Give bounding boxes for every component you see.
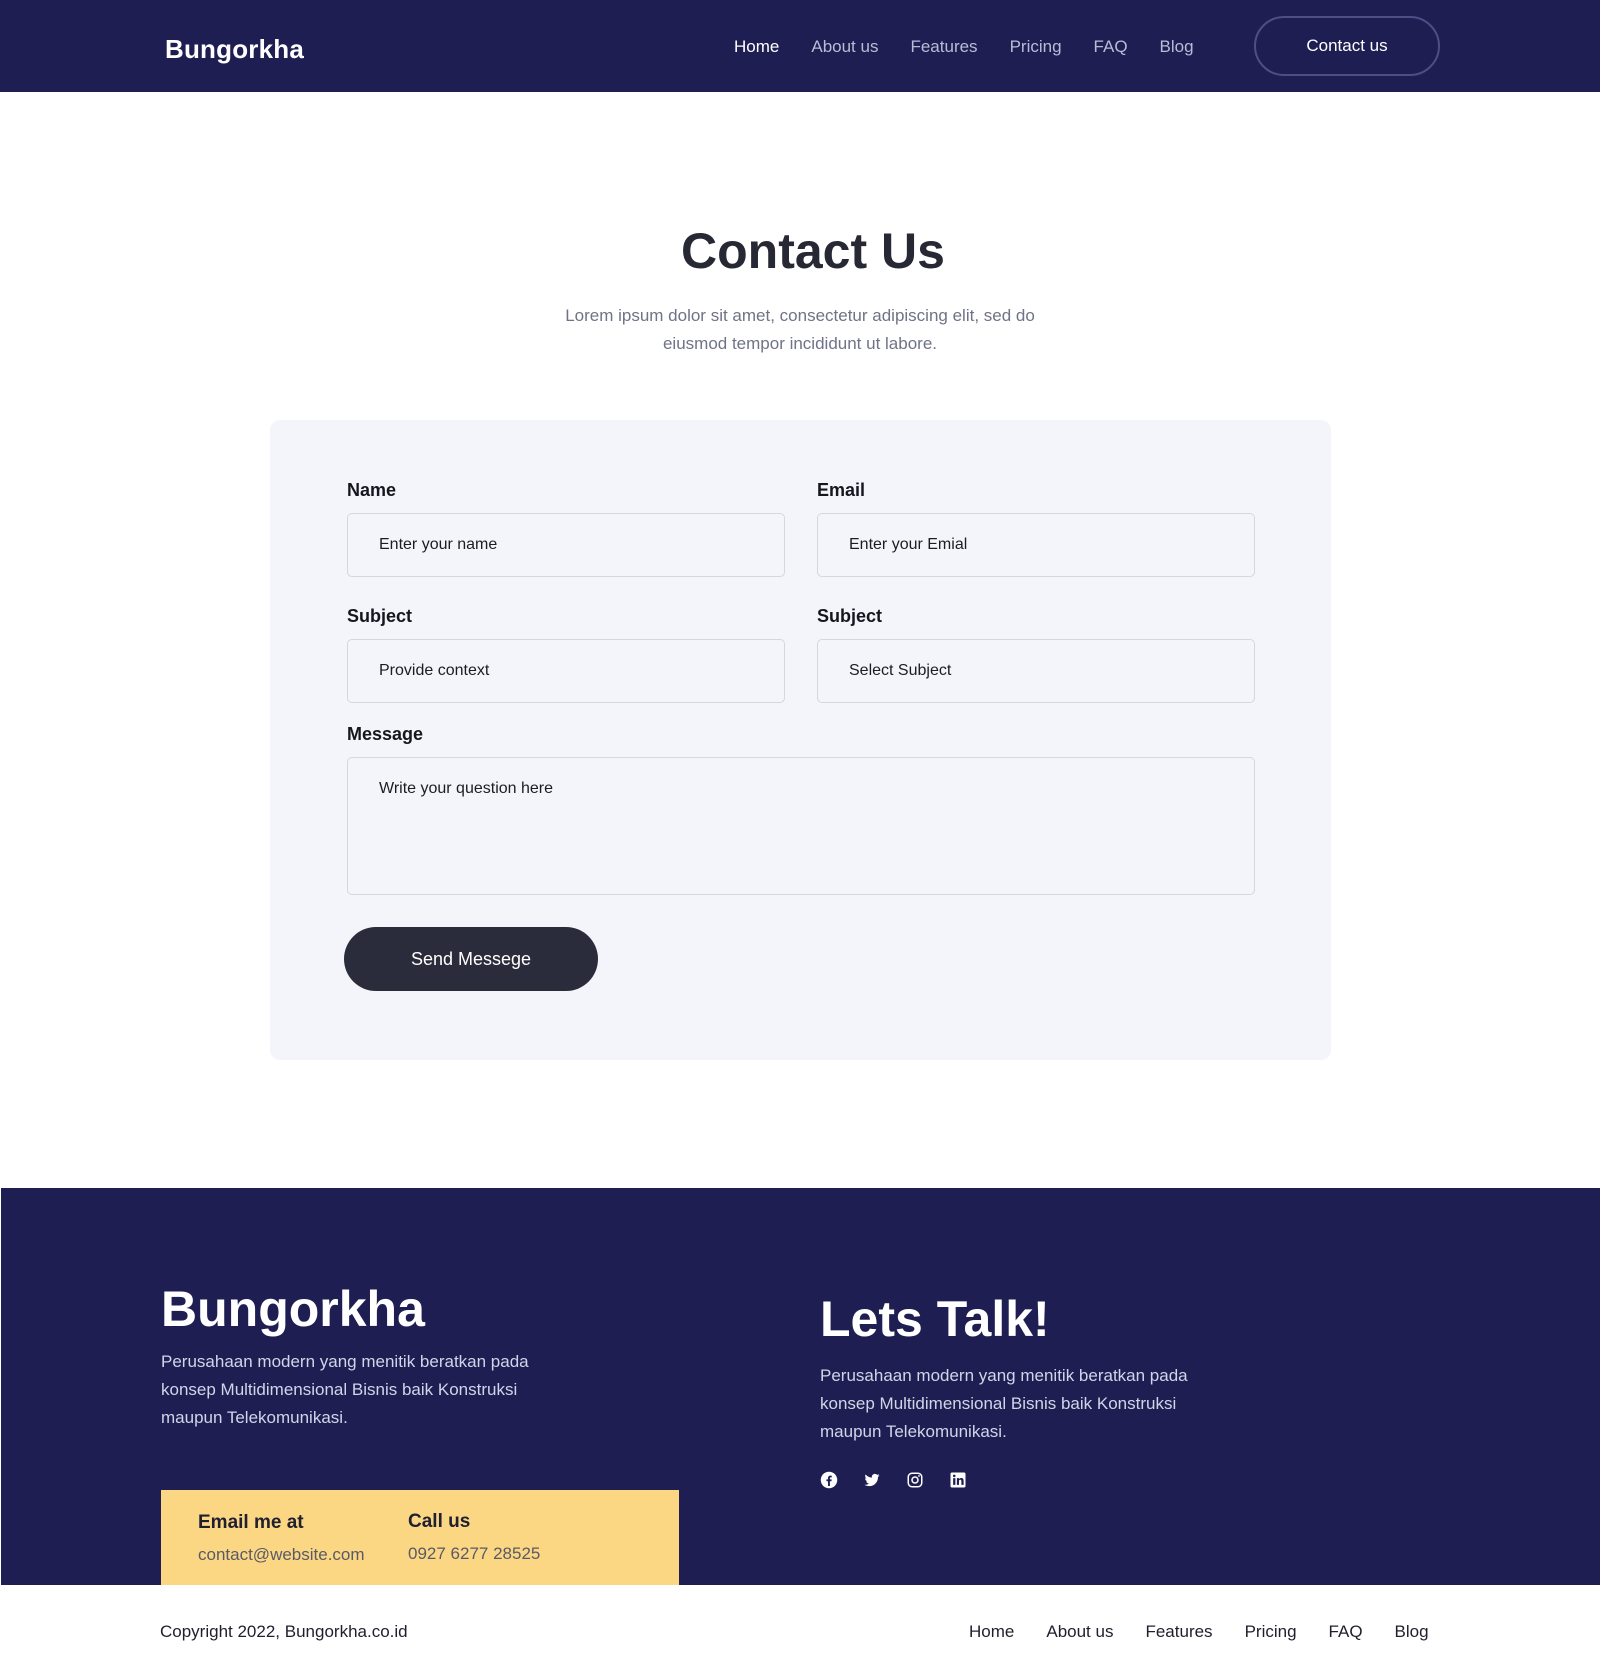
footer-nav-features[interactable]: Features — [1145, 1622, 1212, 1642]
main-nav: Home About us Features Pricing FAQ Blog — [734, 37, 1226, 57]
phone-number[interactable]: 0927 6277 28525 — [408, 1544, 540, 1564]
nav-faq[interactable]: FAQ — [1094, 37, 1128, 57]
footer-nav-about[interactable]: About us — [1046, 1622, 1113, 1642]
lets-talk-heading: Lets Talk! — [820, 1291, 1050, 1347]
subject-select-label: Subject — [817, 606, 883, 626]
footer-brand: Bungorkha — [161, 1281, 425, 1337]
footer-nav-home[interactable]: Home — [969, 1622, 1014, 1642]
social-links — [820, 1471, 992, 1489]
nav-features[interactable]: Features — [910, 37, 977, 57]
nav-pricing[interactable]: Pricing — [1010, 37, 1062, 57]
subject-label: Subject — [347, 606, 413, 626]
footer-nav-pricing[interactable]: Pricing — [1245, 1622, 1297, 1642]
email-me-label: Email me at — [198, 1512, 304, 1533]
page-subtitle: Lorem ipsum dolor sit amet, consectetur … — [565, 306, 1035, 353]
nav-blog[interactable]: Blog — [1160, 37, 1194, 57]
footer-nav-blog[interactable]: Blog — [1395, 1622, 1429, 1642]
instagram-icon[interactable] — [906, 1471, 924, 1489]
page-title: Contact Us — [681, 223, 945, 279]
nav-home[interactable]: Home — [734, 37, 779, 57]
linkedin-icon[interactable] — [949, 1471, 967, 1489]
nav-about[interactable]: About us — [811, 37, 878, 57]
call-us-label: Call us — [408, 1511, 471, 1532]
footer-brand-description: Perusahaan modern yang menitik beratkan … — [161, 1352, 529, 1427]
email-label: Email — [817, 480, 866, 500]
logo[interactable]: Bungorkha — [165, 34, 304, 65]
site-footer: Bungorkha Perusahaan modern yang menitik… — [1, 1188, 1600, 1585]
copyright-text: Copyright 2022, Bungorkha.co.id — [160, 1622, 408, 1641]
contact-info-box: Email me at contact@website.com Call us … — [161, 1490, 679, 1585]
send-message-button[interactable]: Send Messege — [344, 927, 598, 991]
subject-select[interactable]: Select Subject — [817, 639, 1255, 703]
message-textarea[interactable]: Write your question here — [347, 757, 1255, 895]
contact-us-button[interactable]: Contact us — [1254, 16, 1440, 76]
subject-input[interactable]: Provide context — [347, 639, 785, 703]
email-input[interactable]: Enter your Emial — [817, 513, 1255, 577]
twitter-icon[interactable] — [863, 1471, 881, 1489]
email-address[interactable]: contact@website.com — [198, 1545, 365, 1565]
lets-talk-description: Perusahaan modern yang menitik beratkan … — [820, 1366, 1188, 1441]
name-label: Name — [347, 480, 397, 500]
name-input[interactable]: Enter your name — [347, 513, 785, 577]
contact-form-card: Name Enter your name Email Enter your Em… — [270, 420, 1331, 1060]
message-label: Message — [347, 724, 424, 744]
footer-nav: Home About us Features Pricing FAQ Blog — [969, 1622, 1461, 1642]
site-header: Bungorkha Home About us Features Pricing… — [0, 0, 1600, 92]
footer-nav-faq[interactable]: FAQ — [1329, 1622, 1363, 1642]
facebook-icon[interactable] — [820, 1471, 838, 1489]
